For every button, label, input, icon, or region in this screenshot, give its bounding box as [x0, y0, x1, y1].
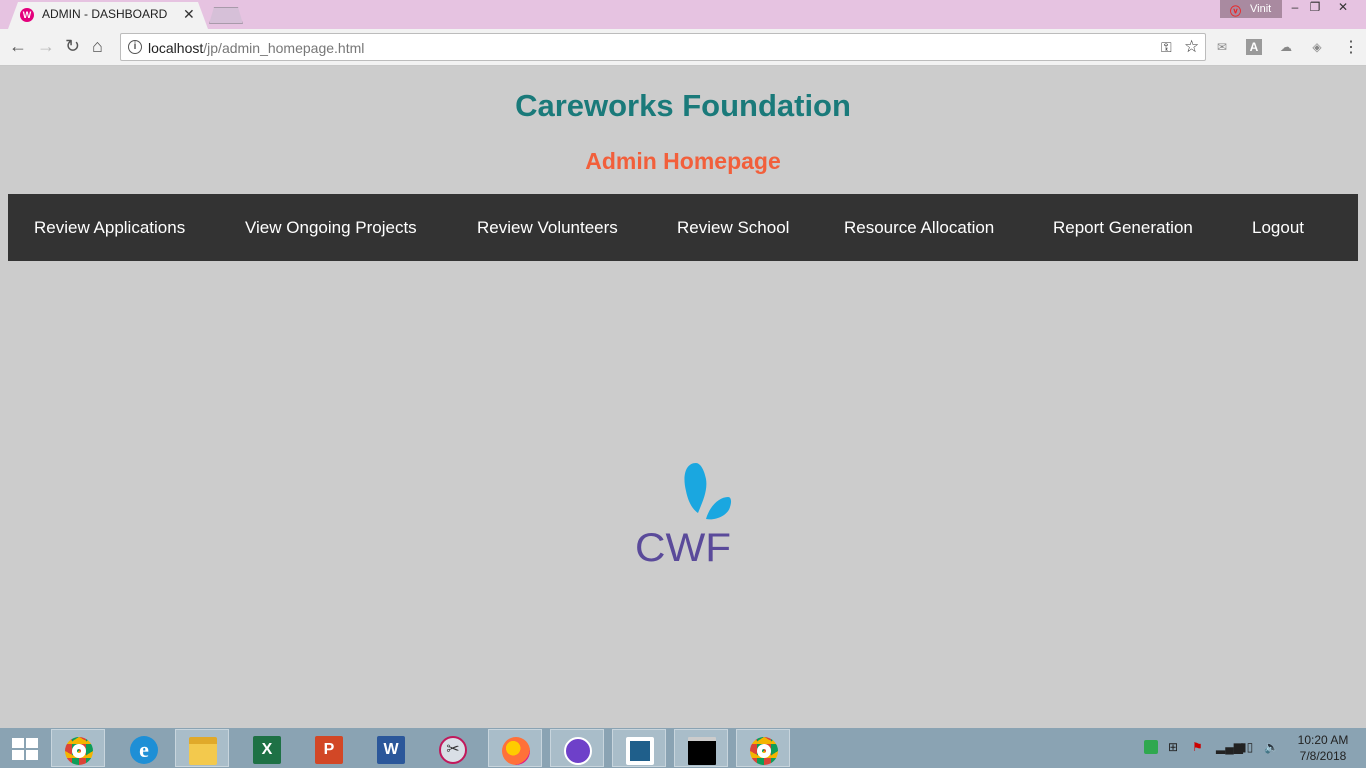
- clock-time: 10:20 AM: [1297, 733, 1349, 747]
- windows-taskbar: e X P W ✂ ⊞ ⚑ ▂▄▆ ▮▯ 🔈 10:20 AM 7/8/2018: [0, 728, 1366, 768]
- tab-favicon-icon: W: [20, 8, 34, 22]
- tab-close-icon[interactable]: ✕: [183, 6, 195, 23]
- tab-title[interactable]: ADMIN - DASHBOARD: [42, 7, 167, 21]
- shield-icon[interactable]: ◈: [1309, 39, 1325, 55]
- profile-button[interactable]: ⓥ Vinit: [1220, 0, 1282, 18]
- page-subtitle: Admin Homepage: [585, 148, 781, 174]
- window-minimize-button[interactable]: –: [1286, 0, 1304, 18]
- window-restore-button[interactable]: ❐: [1306, 0, 1324, 18]
- brackets-icon: [626, 737, 654, 765]
- key-icon[interactable]: ⚿: [1161, 39, 1172, 56]
- taskbar-firefox[interactable]: [488, 729, 542, 767]
- new-tab-button[interactable]: [209, 7, 243, 24]
- nav-logout[interactable]: Logout: [1252, 218, 1304, 238]
- cwf-logo: CWF: [635, 463, 732, 566]
- taskbar-powerpoint[interactable]: P: [302, 729, 356, 767]
- file-explorer-icon: [189, 737, 217, 765]
- internet-explorer-icon: e: [130, 736, 158, 764]
- extension-a-icon[interactable]: A: [1246, 39, 1262, 55]
- nav-review-school[interactable]: Review School: [677, 218, 789, 238]
- github-desktop-icon: [564, 737, 592, 765]
- taskbar-brackets[interactable]: [612, 729, 666, 767]
- tray-app-icon[interactable]: [1144, 740, 1158, 754]
- url-text[interactable]: localhost/jp/admin_homepage.html: [148, 40, 364, 56]
- firefox-icon: [502, 737, 530, 765]
- powerpoint-icon: P: [315, 736, 343, 764]
- taskbar-chrome-2[interactable]: [736, 729, 790, 767]
- window-close-button[interactable]: ✕: [1326, 0, 1360, 18]
- address-bar[interactable]: i localhost/jp/admin_homepage.html ⚿ ☆: [120, 33, 1206, 61]
- windows-start-icon[interactable]: [12, 738, 38, 760]
- envelope-icon[interactable]: ✉: [1214, 39, 1230, 55]
- url-path: /jp/admin_homepage.html: [203, 40, 365, 56]
- volume-icon[interactable]: 🔈: [1264, 740, 1279, 754]
- profile-name: Vinit: [1250, 3, 1272, 15]
- taskbar-chrome[interactable]: [51, 729, 105, 767]
- word-icon: W: [377, 736, 405, 764]
- chrome-icon: [750, 737, 778, 765]
- clock-date: 7/8/2018: [1299, 749, 1347, 763]
- taskbar-file-explorer[interactable]: [175, 729, 229, 767]
- back-arrow-icon[interactable]: ←: [9, 37, 27, 55]
- nav-resource-allocation[interactable]: Resource Allocation: [844, 218, 994, 238]
- browser-menu-icon[interactable]: ⋮: [1343, 37, 1359, 57]
- logo-drop-large: [684, 463, 707, 513]
- snipping-tool-icon: ✂: [439, 736, 467, 764]
- browser-toolbar: ← → ↻ ⌂ i localhost/jp/admin_homepage.ht…: [0, 29, 1366, 66]
- forward-arrow-icon[interactable]: →: [37, 37, 55, 55]
- bookmark-star-icon[interactable]: ☆: [1184, 37, 1199, 57]
- site-info-icon[interactable]: i: [128, 40, 142, 54]
- tray-network-adapter-icon[interactable]: ⊞: [1168, 740, 1178, 754]
- main-navbar: Review Applications View Ongoing Project…: [8, 194, 1358, 261]
- logo-text: CWF: [635, 526, 731, 566]
- taskbar-word[interactable]: W: [364, 729, 418, 767]
- taskbar-snipping-tool[interactable]: ✂: [426, 729, 480, 767]
- cloud-icon[interactable]: ☁: [1278, 39, 1294, 55]
- reload-icon[interactable]: ↻: [65, 37, 80, 55]
- excel-icon: X: [253, 736, 281, 764]
- nav-report-generation[interactable]: Report Generation: [1053, 218, 1193, 238]
- url-host: localhost: [148, 40, 204, 56]
- profile-avatar-icon: ⓥ: [1230, 6, 1241, 18]
- logo-drop-small: [706, 497, 732, 520]
- taskbar-command-prompt[interactable]: [674, 729, 728, 767]
- nav-view-ongoing-projects[interactable]: View Ongoing Projects: [245, 218, 417, 238]
- command-prompt-icon: [688, 737, 716, 765]
- home-icon[interactable]: ⌂: [92, 37, 103, 55]
- taskbar-internet-explorer[interactable]: e: [117, 729, 171, 767]
- page-content: Careworks Foundation Admin Homepage Revi…: [0, 66, 1366, 728]
- signal-icon[interactable]: ▂▄▆: [1216, 740, 1243, 754]
- site-title: Careworks Foundation: [515, 88, 851, 123]
- taskbar-github-desktop[interactable]: [550, 729, 604, 767]
- chrome-icon: [65, 737, 93, 765]
- system-clock[interactable]: 10:20 AM 7/8/2018: [1290, 732, 1356, 764]
- battery-icon[interactable]: ▮▯: [1240, 740, 1253, 754]
- taskbar-excel[interactable]: X: [240, 729, 294, 767]
- browser-titlebar: W ADMIN - DASHBOARD ✕ ⓥ Vinit – ❐ ✕: [0, 0, 1366, 29]
- nav-review-applications[interactable]: Review Applications: [34, 218, 185, 238]
- nav-review-volunteers[interactable]: Review Volunteers: [477, 218, 618, 238]
- tray-flag-icon[interactable]: ⚑: [1192, 740, 1203, 754]
